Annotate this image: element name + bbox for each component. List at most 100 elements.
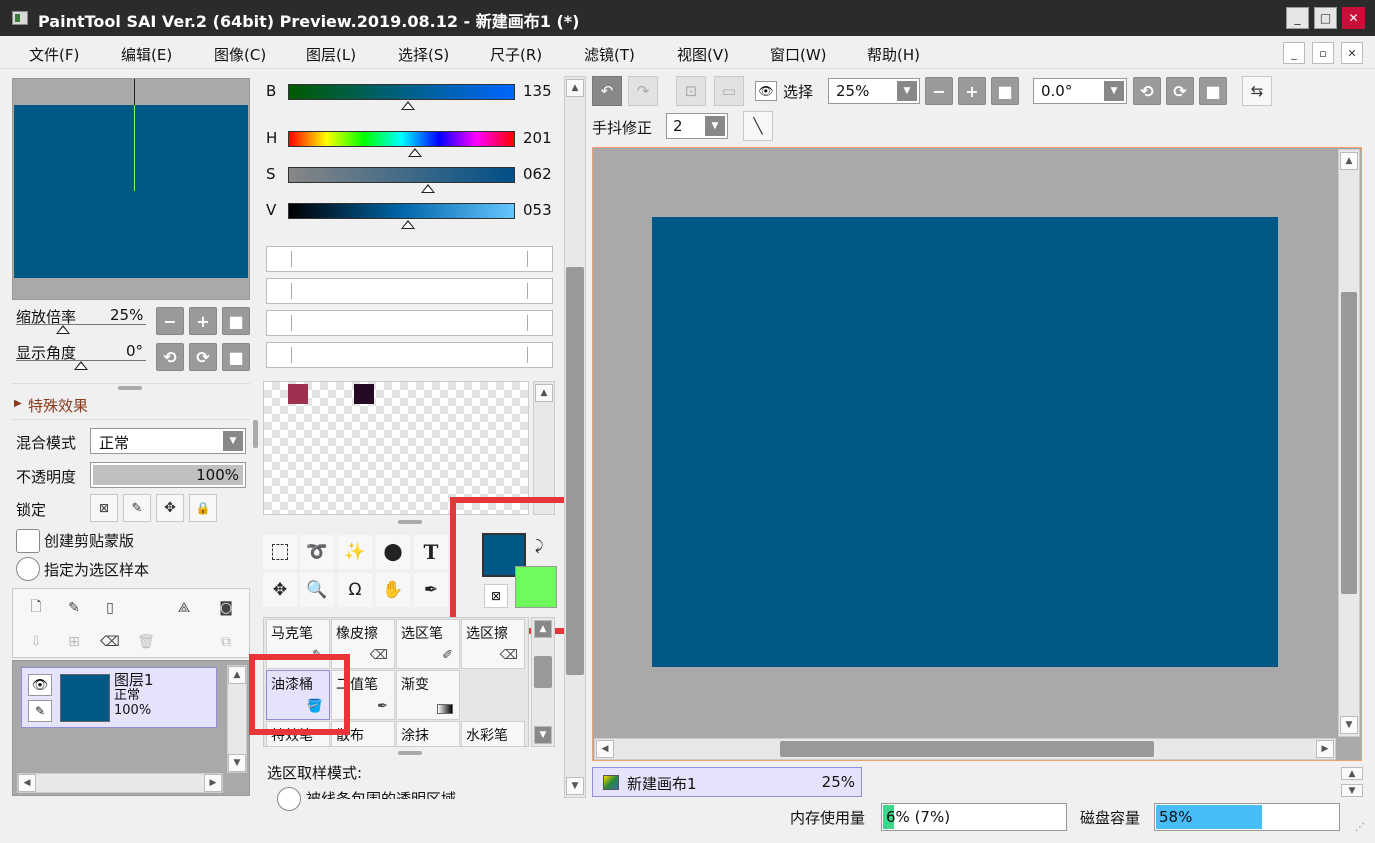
lock-paint-icon[interactable]: ✎ [123,494,151,522]
canvas-zoom-in-button[interactable]: + [958,77,986,105]
brush-density-slider[interactable] [266,278,553,304]
splitter-handle[interactable] [398,751,422,755]
s-slider-thumb[interactable] [421,184,435,193]
b-slider-thumb[interactable] [401,101,415,110]
menu-image[interactable]: 图像(C) [214,44,266,65]
brush-shape-slider[interactable] [266,310,553,336]
s-slider[interactable] [288,167,515,183]
scroll-up-icon[interactable]: ▲ [566,79,584,97]
rotation-select[interactable]: 0.0° ▼ [1033,78,1127,104]
undo-button[interactable]: ↶ [592,76,622,106]
minimize-button[interactable]: _ [1286,7,1309,29]
h-slider[interactable] [288,131,515,147]
layer-effects-icon[interactable]: ⟁ [171,595,197,621]
rotate-tool-icon[interactable]: Ω [338,573,372,607]
brush-empty-slot[interactable] [461,670,525,720]
scroll-down-icon[interactable]: ▼ [566,777,584,795]
canvas-viewport[interactable]: ▲ ▼ ◀ ▶ [592,147,1362,761]
menu-help[interactable]: 帮助(H) [867,44,920,65]
close-button[interactable]: ✕ [1342,7,1365,29]
rotate-left-button[interactable]: ⟲ [156,343,184,371]
zoom-in-button[interactable]: + [189,307,217,335]
brush-selection-eraser[interactable]: 选区擦 ⌫ [461,619,525,669]
scroll-thumb[interactable] [780,741,1154,757]
scroll-up-icon[interactable]: ▲ [535,384,553,402]
mdi-close-button[interactable]: ✕ [1341,42,1363,64]
lock-move-icon[interactable]: ✥ [156,494,184,522]
merge-down-icon[interactable]: ⊞ [61,629,87,655]
menu-edit[interactable]: 编辑(E) [121,44,172,65]
layer-list-hscrollbar[interactable]: ◀ ▶ [17,773,223,793]
zoom-slider-thumb[interactable] [56,325,70,334]
selection-visibility-eye-icon[interactable]: 👁 [755,81,777,101]
mdi-minimize-button[interactable]: _ [1283,42,1305,64]
zoom-slider[interactable] [16,324,146,325]
scroll-up-icon[interactable]: ▲ [228,666,246,684]
stabilizer-select[interactable]: 2 ▼ [666,113,728,139]
rotate-right-button[interactable]: ⟳ [189,343,217,371]
new-folder-icon[interactable]: ▯ [97,595,123,621]
scroll-right-icon[interactable]: ▶ [204,774,222,792]
brush-watercolor[interactable]: 水彩笔 [461,721,525,746]
magic-wand-icon[interactable]: ✨ [338,535,372,569]
text-tool-icon[interactable]: T [414,535,448,569]
hand-tool-icon[interactable]: ✋ [376,573,410,607]
opacity-slider[interactable]: 100% [90,462,246,488]
tab-scroll-up-icon[interactable]: ▲ [1341,767,1363,780]
canvas-tab[interactable]: 新建画布1 25% [592,767,862,797]
layer-mask-icon[interactable]: ◙ [213,595,239,621]
zoom-select[interactable]: 25% ▼ [828,78,920,104]
brush-texture-slider[interactable] [266,342,553,368]
tool-panel-scrollbar[interactable]: ▲ ▼ [564,76,586,798]
brush-smudge[interactable]: 涂抹 [396,721,460,746]
zoom-reset-button[interactable]: ■ [222,307,250,335]
angle-slider-thumb[interactable] [74,361,88,370]
scroll-thumb[interactable] [566,267,584,675]
menu-ruler[interactable]: 尺子(R) [490,44,542,65]
flip-canvas-button[interactable]: ⇆ [1242,76,1272,106]
scroll-down-icon[interactable]: ▼ [1340,716,1358,734]
layer-row[interactable]: 👁 ✎ 图层1 正常 100% [21,667,217,728]
splitter-handle[interactable] [398,520,422,524]
lock-transparency-icon[interactable]: ⊠ [90,494,118,522]
scroll-up-icon[interactable]: ▲ [534,620,552,638]
left-panel-splitter[interactable] [253,420,258,448]
clear-layer-icon[interactable]: ⌫ [97,629,123,655]
scroll-left-icon[interactable]: ◀ [596,740,614,758]
lasso-select-icon[interactable]: ➰ [300,535,334,569]
deselect-button[interactable]: ⊡ [676,76,706,106]
menu-filter[interactable]: 滤镜(T) [584,44,635,65]
scroll-thumb[interactable] [534,656,552,688]
move-tool-icon[interactable]: ✥ [263,573,297,607]
v-slider[interactable] [288,203,515,219]
transfer-down-icon[interactable]: ⇩ [23,629,49,655]
layer-visibility-eye-icon[interactable]: 👁 [28,674,52,696]
menu-window[interactable]: 窗口(W) [770,44,827,65]
layer-edit-pencil-icon[interactable]: ✎ [28,700,52,722]
sample-mode-radio[interactable] [277,787,301,811]
redo-button[interactable]: ↷ [628,76,658,106]
new-layer-icon[interactable]: 🗋 [23,595,49,621]
menu-select[interactable]: 选择(S) [398,44,449,65]
special-effects-header[interactable]: 特殊效果 [28,395,88,416]
menu-view[interactable]: 视图(V) [677,44,729,65]
canvas-zoom-out-button[interactable]: − [925,77,953,105]
canvas-rotate-left-button[interactable]: ⟲ [1133,77,1161,105]
clip-mask-checkbox[interactable] [16,529,40,553]
apply-mask-icon[interactable]: ⧉ [213,629,239,655]
mdi-restore-button[interactable]: ▫ [1312,42,1334,64]
swatch[interactable] [288,384,308,404]
lock-all-icon[interactable]: 🔒 [189,494,217,522]
selection-sample-radio[interactable] [16,557,40,581]
canvas-vscrollbar[interactable]: ▲ ▼ [1338,149,1360,737]
h-slider-thumb[interactable] [408,148,422,157]
rect-select-icon[interactable] [263,535,297,569]
layer-list-scrollbar[interactable]: ▲ ▼ [227,665,247,773]
canvas-rotate-reset-button[interactable]: ■ [1199,77,1227,105]
eyedropper-icon[interactable]: ✒ [414,573,448,607]
b-slider[interactable] [288,84,515,100]
scroll-thumb[interactable] [1341,292,1357,594]
navigator-preview[interactable] [12,78,250,300]
zoom-tool-icon[interactable]: 🔍 [300,573,334,607]
blend-mode-select[interactable]: 正常 ▼ [90,428,246,454]
